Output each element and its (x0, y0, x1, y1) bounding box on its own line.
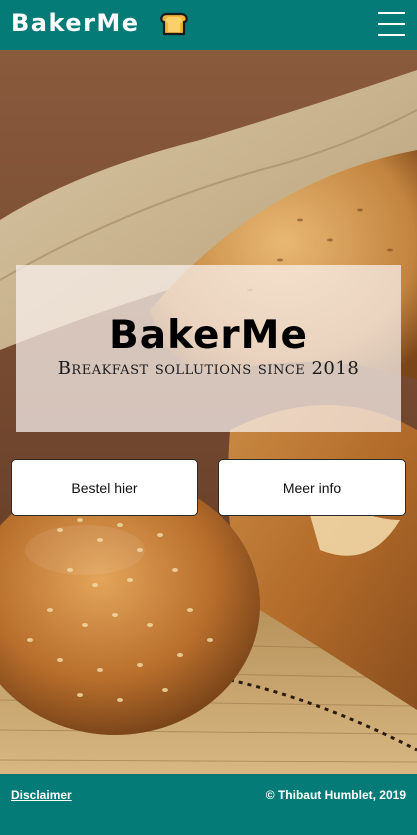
copyright-text: © Thibaut Humblet, 2019 (265, 788, 406, 802)
footer: Disclaimer © Thibaut Humblet, 2019 (0, 774, 417, 835)
more-info-button[interactable]: Meer info (218, 459, 406, 516)
top-navbar: BakerMe (0, 0, 417, 50)
hero-tagline: Breakfast sollutions since 2018 (57, 358, 360, 379)
menu-bar-bottom (378, 34, 405, 36)
menu-bar-top (378, 12, 405, 14)
hamburger-menu-icon[interactable] (378, 10, 405, 38)
menu-bar-middle (378, 23, 405, 25)
disclaimer-link[interactable]: Disclaimer (11, 788, 72, 802)
brand-logo-text[interactable]: BakerMe (11, 9, 140, 37)
order-button[interactable]: Bestel hier (11, 459, 198, 516)
hero-title: BakerMe (109, 313, 308, 358)
bread-toast-icon (159, 12, 189, 36)
